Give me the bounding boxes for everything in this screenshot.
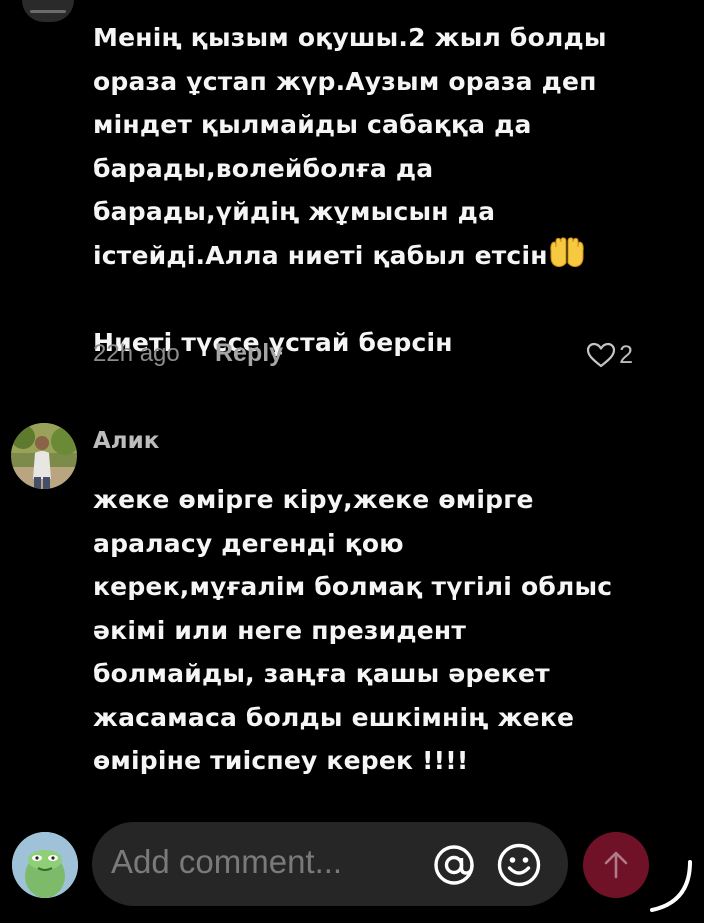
previous-avatar[interactable] <box>22 0 74 22</box>
comment-body: Менің қызым оқушы.2 жыл болды ораза ұста… <box>93 23 607 270</box>
loading-spinner-icon <box>650 860 692 912</box>
comment-text: Менің қызым оқушы.2 жыл болды ораза ұста… <box>93 16 653 364</box>
comment-timestamp: 22h ago <box>93 340 180 367</box>
comment-author[interactable]: Алик <box>93 428 159 454</box>
reply-button[interactable]: Reply <box>215 339 283 368</box>
comment-meta: 22h ago Reply 2 <box>93 338 633 374</box>
at-icon[interactable] <box>432 843 476 887</box>
palms-up-together-icon <box>550 236 584 267</box>
avatar[interactable] <box>11 423 77 489</box>
like-count: 2 <box>619 340 633 369</box>
comment-composer: Add comment... <box>0 810 704 923</box>
comment-input-placeholder[interactable]: Add comment... <box>111 843 342 881</box>
smile-icon[interactable] <box>496 842 542 888</box>
arrow-up-icon <box>604 851 628 879</box>
user-photo <box>11 423 77 489</box>
user-photo <box>12 832 78 898</box>
send-button[interactable] <box>583 832 649 898</box>
heart-icon <box>586 342 616 368</box>
like-button[interactable]: 2 <box>586 338 633 372</box>
comment-text: жеке өмірге кіру,жеке өмірге араласу дег… <box>93 485 613 775</box>
current-user-avatar <box>12 832 78 898</box>
